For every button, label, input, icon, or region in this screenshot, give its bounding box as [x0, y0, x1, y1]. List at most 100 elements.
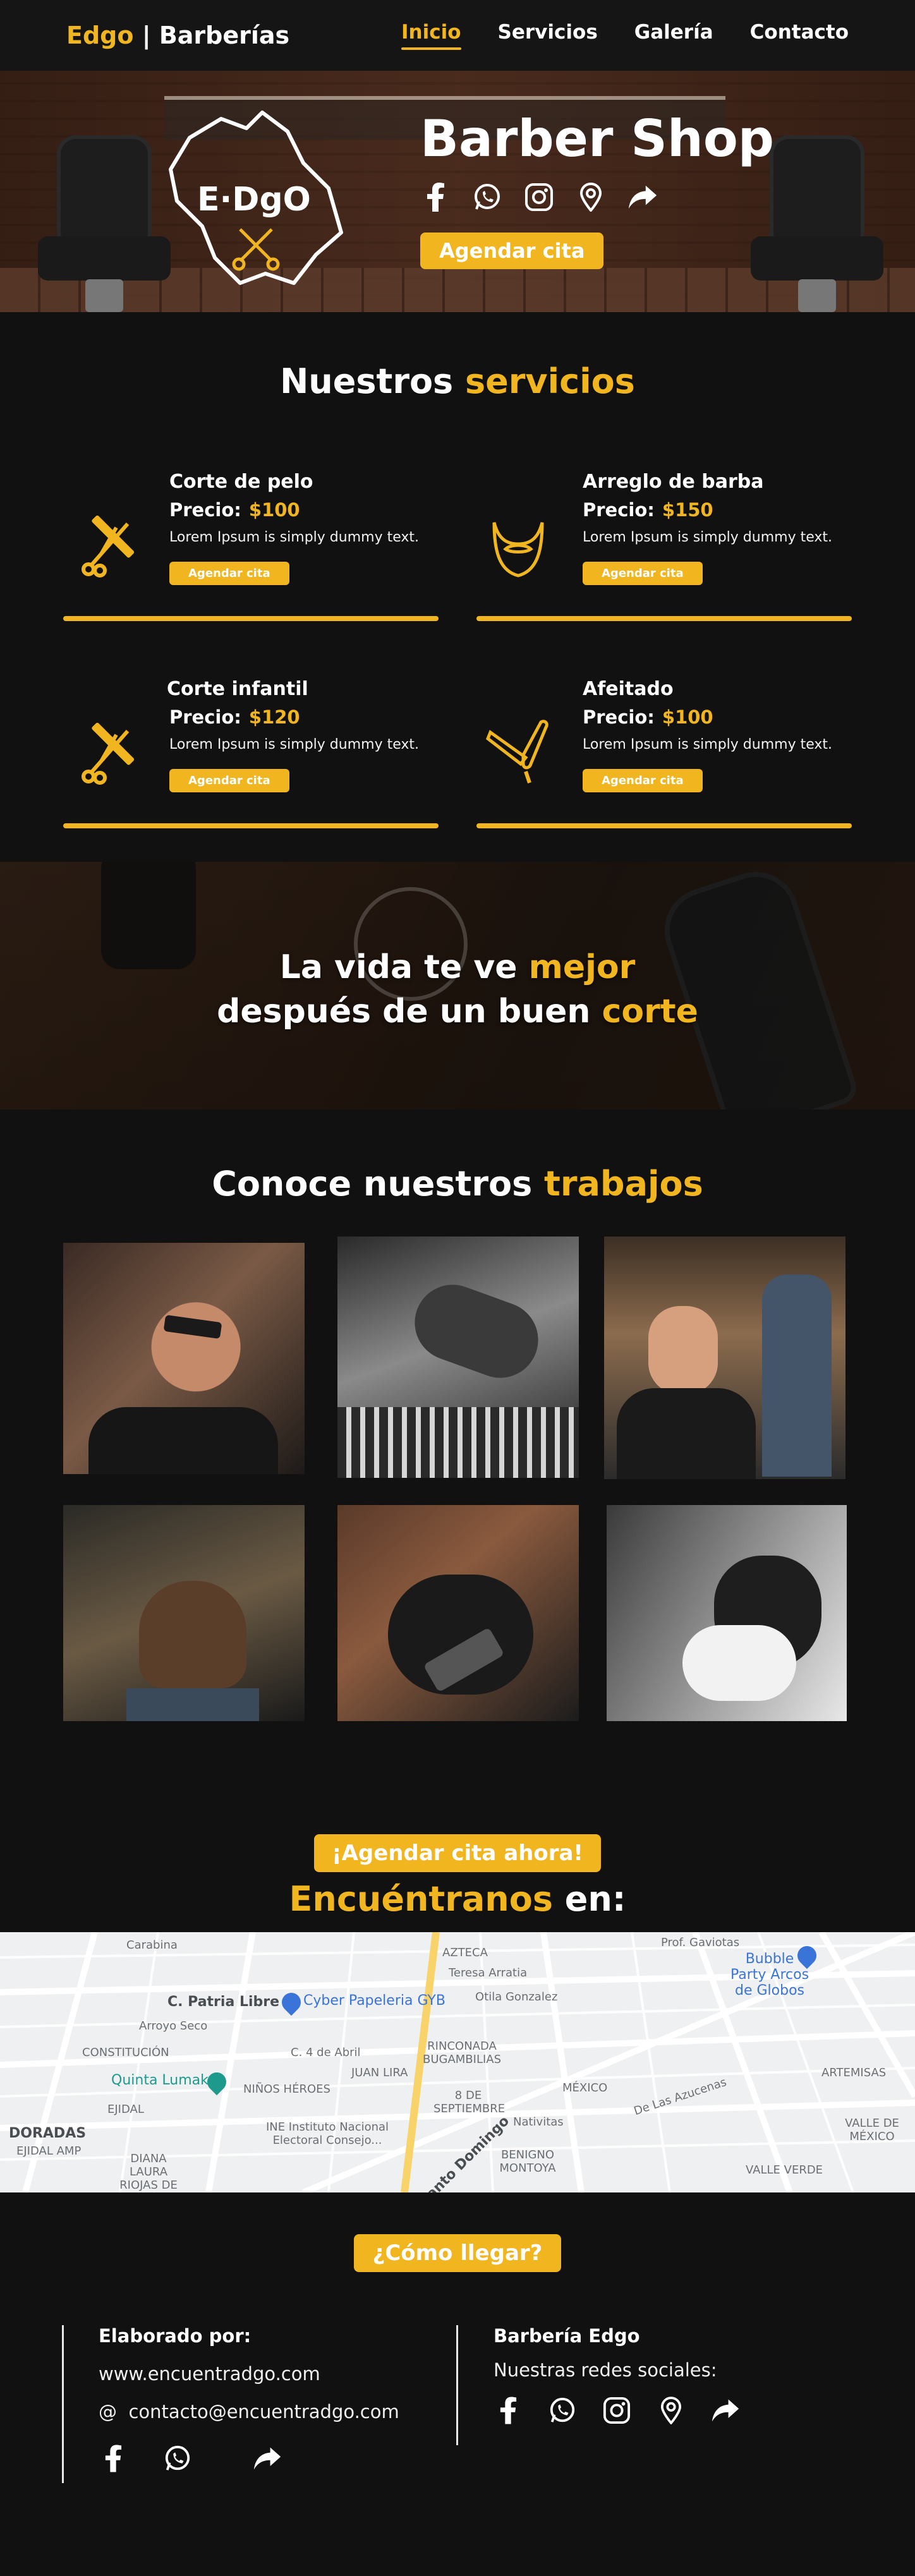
map-label: VALLE DE MÉXICO	[845, 2117, 899, 2143]
directions-cta: ¿Cómo llegar?	[0, 2234, 915, 2272]
share-arrow-icon[interactable]	[627, 182, 658, 212]
service-description: Lorem Ipsum is simply dummy text.	[583, 737, 832, 753]
book-now-button[interactable]: ¡Agendar cita ahora!	[314, 1834, 601, 1872]
nav-links: Inicio Servicios Galería Contacto	[401, 21, 849, 50]
facebook-icon[interactable]	[99, 2444, 128, 2473]
service-description: Lorem Ipsum is simply dummy text.	[169, 529, 419, 545]
gallery-title: Conoce nuestros trabajos	[0, 1164, 915, 1204]
quote-line-2-white: después de un buen	[217, 993, 602, 1031]
map-label: Prof. Gaviotas	[661, 1936, 740, 1949]
find-us-white: en:	[552, 1879, 626, 1919]
credits-email-row: @ contacto@encuentradgo.com	[99, 2401, 399, 2422]
map-label: ARTEMISAS	[821, 2066, 887, 2079]
find-us-accent: Encuéntranos	[289, 1879, 553, 1919]
brand-logo[interactable]: Edgo | Barberías	[66, 21, 289, 49]
service-price: Precio: $120	[169, 706, 419, 728]
nav-link-inicio[interactable]: Inicio	[401, 21, 461, 50]
hero-social-links	[420, 182, 774, 212]
whatsapp-icon[interactable]	[548, 2396, 577, 2425]
service-info: Afeitado Precio: $100 Lorem Ipsum is simp…	[583, 678, 832, 792]
map-label: RINCONADA BUGAMBILIAS	[422, 2040, 502, 2066]
quote-line-2-accent: corte	[602, 993, 698, 1031]
top-navbar: Edgo | Barberías Inicio Servicios Galerí…	[0, 0, 915, 71]
durango-map-logo: E·DgO	[169, 111, 343, 285]
gallery-photo[interactable]	[607, 1505, 847, 1721]
barbershop-social-links	[494, 2396, 740, 2425]
logo-text: E·DgO	[197, 181, 311, 219]
gallery-photo[interactable]	[604, 1237, 845, 1479]
footer-credits-column: Elaborado por: www.encuentradgo.com @ co…	[62, 2325, 399, 2483]
map-label: Carabina	[126, 1938, 178, 1952]
service-price: Precio: $100	[583, 706, 832, 728]
map-label: DIANA LAURA RIOJAS DE COLOSIO	[119, 2152, 178, 2192]
quote-banner: La vida te ve mejor después de un buen c…	[0, 862, 915, 1110]
book-appointment-button[interactable]: Agendar cita	[420, 233, 604, 269]
directions-button[interactable]: ¿Cómo llegar?	[353, 2234, 562, 2272]
location-map[interactable]: Carabina C. Patria Libre Cyber Papeleria…	[0, 1932, 915, 2192]
brand-separator: |	[133, 21, 159, 49]
credits-email-link[interactable]: contacto@encuentradgo.com	[128, 2401, 399, 2422]
service-book-button[interactable]: Agendar cita	[583, 769, 703, 792]
map-label: MÉXICO	[562, 2081, 608, 2095]
whatsapp-icon[interactable]	[472, 182, 502, 212]
map-label: C. 4 de Abril	[291, 2046, 361, 2059]
nav-link-galeria[interactable]: Galería	[634, 21, 713, 50]
price-value: $150	[662, 499, 713, 521]
gallery-photo[interactable]	[63, 1243, 305, 1474]
at-sign-icon: @	[99, 2401, 117, 2422]
instagram-icon[interactable]	[524, 182, 554, 212]
social-networks-label: Nuestras redes sociales:	[494, 2359, 717, 2381]
service-book-button[interactable]: Agendar cita	[169, 562, 289, 585]
location-pin-icon[interactable]	[576, 182, 606, 212]
services-grid: Corte de pelo Precio: $100 Lorem Ipsum is…	[63, 464, 915, 828]
nav-link-contacto[interactable]: Contacto	[750, 21, 849, 50]
share-arrow-icon[interactable]	[253, 2444, 282, 2473]
services-title-white: Nuestros	[280, 361, 465, 401]
quote-line-2: después de un buen corte	[0, 989, 915, 1034]
map-label: C. Patria Libre	[167, 1994, 280, 2010]
scissors-razor-icon	[82, 515, 135, 577]
location-pin-icon[interactable]	[657, 2396, 686, 2425]
map-label: EJIDAL	[107, 2103, 144, 2116]
whatsapp-icon[interactable]	[163, 2444, 192, 2473]
nav-link-servicios[interactable]: Servicios	[498, 21, 598, 50]
price-value: $100	[662, 706, 713, 728]
map-label: NIÑOS HÉROES	[243, 2083, 330, 2096]
instagram-icon[interactable]	[602, 2396, 631, 2425]
map-label: BENIGNO MONTOYA	[499, 2148, 556, 2175]
logo-scissors-icon	[232, 228, 280, 271]
facebook-icon[interactable]	[420, 182, 451, 212]
service-description: Lorem Ipsum is simply dummy text.	[583, 529, 832, 545]
footer-social-column: Barbería Edgo Nuestras redes sociales:	[456, 2325, 740, 2445]
straight-razor-icon	[485, 720, 548, 783]
service-name: Corte infantil	[167, 678, 308, 700]
credits-heading: Elaborado por:	[99, 2325, 251, 2347]
map-label: Teresa Arratia	[449, 1966, 528, 1980]
gallery-photo[interactable]	[63, 1505, 305, 1721]
service-price: Precio: $100	[169, 499, 419, 521]
map-label: Bubble Party Arcos de Globos	[730, 1951, 809, 1999]
share-arrow-icon[interactable]	[711, 2396, 740, 2425]
gallery-grid	[0, 1204, 915, 1772]
barbershop-heading: Barbería Edgo	[494, 2325, 640, 2347]
service-price: Precio: $150	[583, 499, 832, 521]
find-us-title: Encuéntranos en:	[0, 1879, 915, 1919]
gallery-section: Conoce nuestros trabajos ¡Agendar cita a…	[0, 1110, 915, 1932]
gallery-cta: ¡Agendar cita ahora!	[0, 1834, 915, 1872]
service-book-button[interactable]: Agendar cita	[169, 769, 289, 792]
service-description: Lorem Ipsum is simply dummy text.	[169, 737, 419, 753]
service-book-button[interactable]: Agendar cita	[583, 562, 703, 585]
service-info: Corte de pelo Precio: $100 Lorem Ipsum is…	[169, 471, 419, 585]
services-title: Nuestros servicios	[0, 361, 915, 401]
credits-website-link[interactable]: www.encuentradgo.com	[99, 2363, 399, 2385]
price-label: Precio:	[169, 706, 241, 728]
facebook-icon[interactable]	[494, 2396, 523, 2425]
brand-name: Barberías	[159, 21, 290, 49]
price-label: Precio:	[583, 499, 655, 521]
price-value: $120	[248, 706, 300, 728]
map-label: AZTECA	[442, 1946, 488, 1959]
gallery-photo[interactable]	[337, 1505, 579, 1721]
price-label: Precio:	[583, 706, 655, 728]
gallery-photo[interactable]	[337, 1237, 579, 1478]
quote-line-1-accent: mejor	[528, 948, 636, 986]
